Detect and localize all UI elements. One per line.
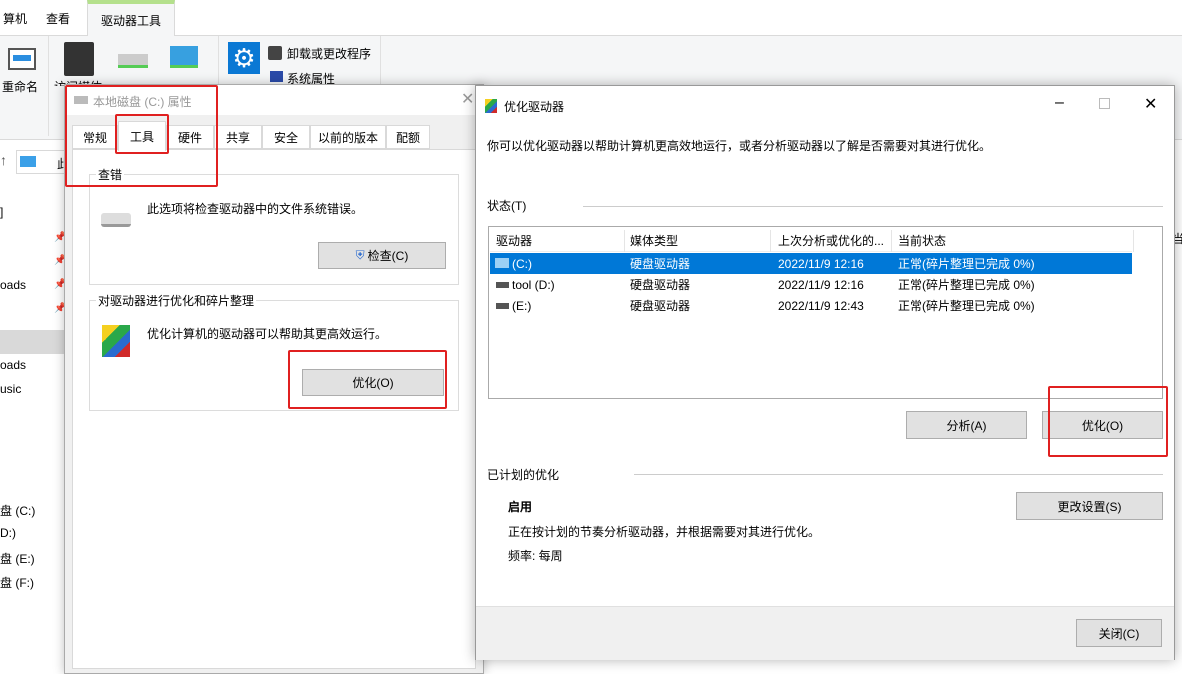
drive-name: (E:)	[512, 299, 531, 313]
properties-dialog: 本地磁盘 (C:) 属性 ✕ 常规 工具 硬件 共享 安全 以前的版本 配额 查…	[64, 84, 484, 674]
up-arrow-icon[interactable]: ↑	[0, 152, 7, 168]
window-title: 优化驱动器	[504, 98, 564, 115]
optimize-drives-window: 优化驱动器 – ✕ 你可以优化驱动器以帮助计算机更高效地运行，或者分析驱动器以了…	[475, 85, 1175, 660]
scheduled-label: 已计划的优化	[487, 466, 559, 483]
nav-item-drive-c[interactable]: 盘 (C:)	[0, 502, 35, 519]
shield-icon: ⛨	[356, 248, 365, 263]
drive-list[interactable]: 驱动器 媒体类型 上次分析或优化的... 当前状态 (C:) 硬盘驱动器 202…	[488, 226, 1163, 399]
nav-item-selected[interactable]	[0, 330, 64, 354]
tab-drive-tools[interactable]: 驱动器工具	[87, 0, 175, 36]
last-run: 2022/11/9 12:43	[778, 299, 864, 313]
nav-item-drive-d[interactable]: D:)	[0, 526, 16, 540]
tab-view[interactable]: 查看	[30, 0, 86, 36]
column-header-drive[interactable]: 驱动器	[496, 232, 532, 249]
current-status: 正常(碎片整理已完成 0%)	[898, 255, 1035, 272]
nav-item-drive-f[interactable]: 盘 (F:)	[0, 574, 34, 591]
close-dialog-button[interactable]: 关闭(C)	[1076, 619, 1162, 647]
dialog-title: 本地磁盘 (C:) 属性	[93, 93, 192, 110]
nav-item-drive-e[interactable]: 盘 (E:)	[0, 550, 35, 567]
close-button[interactable]: ✕	[1144, 94, 1157, 114]
media-type: 硬盘驱动器	[630, 255, 690, 272]
nav-item-downloads-2[interactable]: oads	[0, 358, 26, 372]
last-run: 2022/11/9 12:16	[778, 257, 864, 271]
drive-icon	[101, 213, 131, 227]
drive-icon	[495, 258, 509, 268]
tab-previous-versions[interactable]: 以前的版本	[310, 125, 386, 149]
current-status: 正常(碎片整理已完成 0%)	[898, 276, 1035, 293]
tab-tools[interactable]: 工具	[118, 121, 166, 151]
title-bar: 本地磁盘 (C:) 属性 ✕	[65, 85, 483, 115]
change-settings-button[interactable]: 更改设置(S)	[1016, 492, 1163, 520]
footer: 关闭(C)	[476, 606, 1174, 660]
drive-name: (C:)	[512, 257, 532, 271]
drive-name: tool (D:)	[512, 278, 555, 292]
check-button[interactable]: ⛨检查(C)	[318, 242, 446, 269]
group-label: 查错	[96, 166, 124, 183]
nav-item[interactable]: ]	[0, 205, 3, 219]
list-header: 驱动器 媒体类型 上次分析或优化的... 当前状态	[490, 230, 1132, 252]
table-row[interactable]: tool (D:) 硬盘驱动器 2022/11/9 12:16 正常(碎片整理已…	[490, 274, 1132, 295]
defrag-icon	[102, 325, 130, 357]
uninstall-program-button[interactable]: 卸载或更改程序	[287, 45, 371, 62]
table-row[interactable]: (E:) 硬盘驱动器 2022/11/9 12:43 正常(碎片整理已完成 0%…	[490, 295, 1132, 316]
drive-icon	[496, 282, 509, 288]
media-type: 硬盘驱动器	[630, 276, 690, 293]
tab-security[interactable]: 安全	[262, 125, 310, 149]
drive-icon	[74, 96, 88, 104]
check-button-label: 检查(C)	[368, 247, 409, 264]
last-run: 2022/11/9 12:16	[778, 278, 864, 292]
scheduled-state: 启用	[508, 498, 532, 515]
intro-text: 你可以优化驱动器以帮助计算机更高效地运行，或者分析驱动器以了解是否需要对其进行优…	[487, 137, 991, 154]
optimize-button[interactable]: 优化(O)	[302, 369, 444, 396]
group-label: 对驱动器进行优化和碎片整理	[96, 292, 256, 309]
tab-computer[interactable]: 算机	[0, 0, 30, 36]
table-row[interactable]: (C:) 硬盘驱动器 2022/11/9 12:16 正常(碎片整理已完成 0%…	[490, 253, 1132, 274]
optimize-text: 优化计算机的驱动器可以帮助其更高效运行。	[147, 325, 387, 342]
network-location-icon	[170, 46, 198, 68]
ribbon-tabs: 算机 查看 驱动器工具	[0, 0, 1182, 36]
monitor-icon	[20, 156, 36, 167]
settings-gear-icon[interactable]: ⚙	[228, 42, 260, 74]
tab-general[interactable]: 常规	[72, 125, 118, 149]
optimize-group: 对驱动器进行优化和碎片整理 优化计算机的驱动器可以帮助其更高效运行。 优化(O)	[89, 300, 459, 411]
error-check-text: 此选项将检查驱动器中的文件系统错误。	[147, 200, 363, 217]
uninstall-icon	[268, 46, 282, 60]
defrag-app-icon	[485, 99, 497, 113]
nav-item-downloads[interactable]: oads	[0, 278, 26, 292]
system-properties-icon	[270, 71, 283, 82]
tab-hardware[interactable]: 硬件	[166, 125, 214, 149]
drive-icon	[496, 303, 509, 309]
analyze-button[interactable]: 分析(A)	[906, 411, 1027, 439]
media-icon	[64, 42, 94, 76]
nav-item-music[interactable]: usic	[0, 382, 21, 396]
status-label: 状态(T)	[487, 197, 526, 214]
current-status: 正常(碎片整理已完成 0%)	[898, 297, 1035, 314]
rename-icon	[8, 48, 36, 70]
rename-button[interactable]: 重命名	[2, 78, 38, 95]
tab-quota[interactable]: 配额	[386, 125, 430, 149]
media-type: 硬盘驱动器	[630, 297, 690, 314]
column-header-media[interactable]: 媒体类型	[630, 232, 678, 249]
minimize-button[interactable]: –	[1055, 94, 1064, 112]
frequency-text: 频率: 每周	[508, 547, 563, 564]
column-header-status[interactable]: 当前状态	[898, 232, 946, 249]
close-icon[interactable]: ✕	[461, 89, 474, 109]
tab-panel: 查错 此选项将检查驱动器中的文件系统错误。 ⛨检查(C) 对驱动器进行优化和碎片…	[72, 149, 476, 669]
error-check-group: 查错 此选项将检查驱动器中的文件系统错误。 ⛨检查(C)	[89, 174, 459, 285]
scheduled-text: 正在按计划的节奏分析驱动器，并根据需要对其进行优化。	[508, 523, 820, 540]
map-drive-icon	[118, 54, 148, 68]
tab-sharing[interactable]: 共享	[214, 125, 262, 149]
optimize-button[interactable]: 优化(O)	[1042, 411, 1163, 439]
column-header-last-run[interactable]: 上次分析或优化的...	[778, 232, 884, 249]
maximize-button[interactable]	[1099, 98, 1110, 109]
